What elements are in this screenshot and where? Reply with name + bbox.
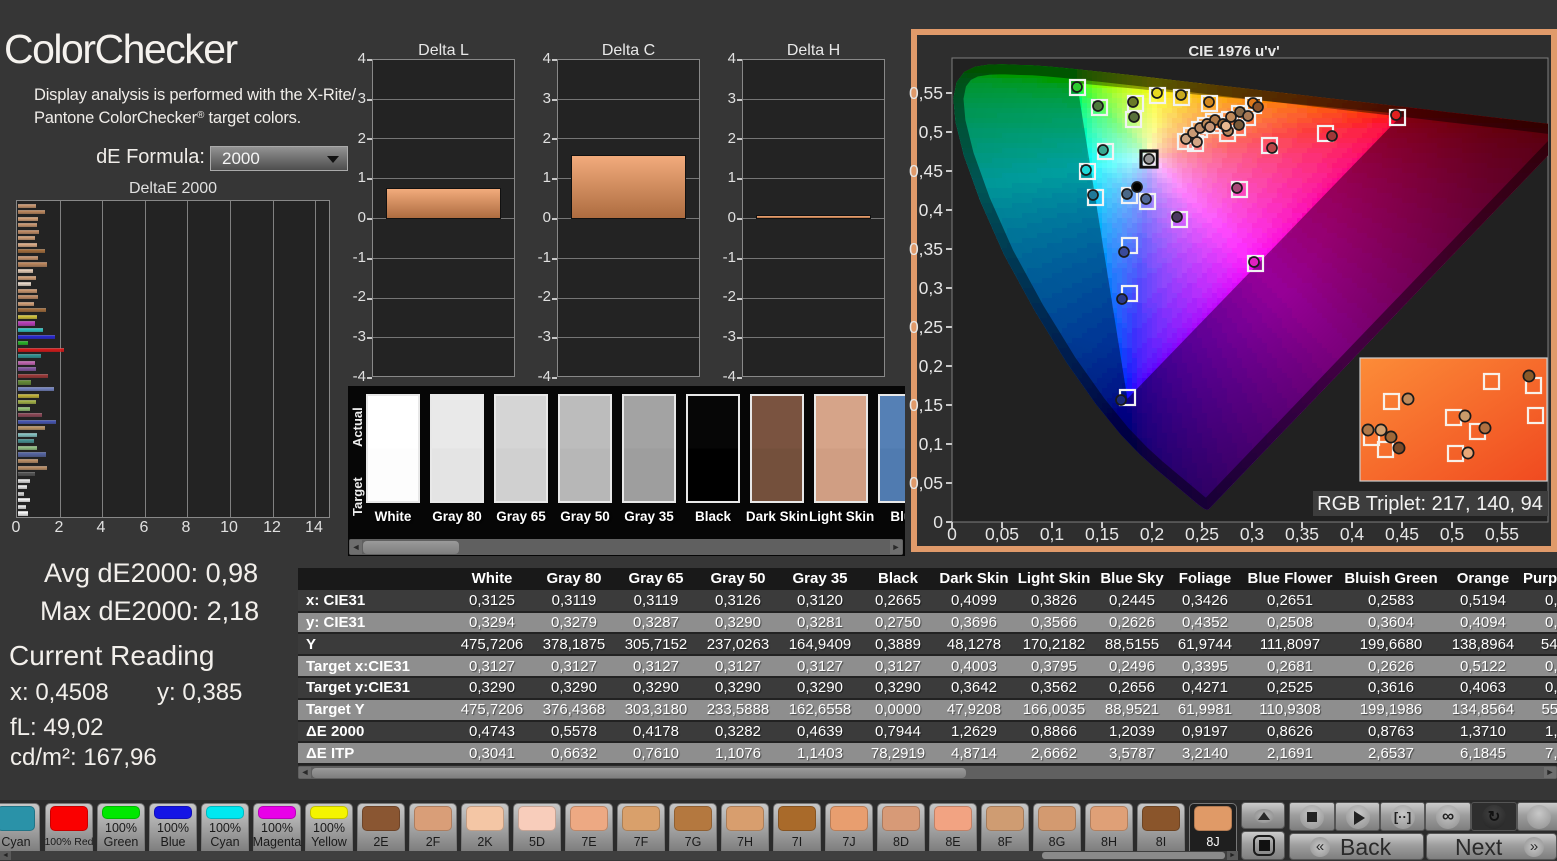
svg-text:0,25: 0,25 bbox=[1185, 524, 1219, 544]
svg-text:0: 0 bbox=[947, 524, 957, 544]
svg-text:0,4: 0,4 bbox=[919, 200, 944, 220]
svg-text:0,3: 0,3 bbox=[919, 278, 943, 298]
svg-text:0,5: 0,5 bbox=[919, 122, 943, 142]
svg-text:0,25: 0,25 bbox=[909, 317, 943, 337]
svg-text:0,3: 0,3 bbox=[1240, 524, 1264, 544]
svg-text:0,1: 0,1 bbox=[919, 434, 943, 454]
svg-text:0,2: 0,2 bbox=[1140, 524, 1164, 544]
svg-text:0,45: 0,45 bbox=[1385, 524, 1419, 544]
svg-text:0,4: 0,4 bbox=[1340, 524, 1365, 544]
svg-text:0,35: 0,35 bbox=[909, 239, 943, 259]
svg-text:RGB Triplet: 217, 140, 94: RGB Triplet: 217, 140, 94 bbox=[1317, 493, 1543, 515]
svg-text:0,05: 0,05 bbox=[985, 524, 1019, 544]
svg-text:0,15: 0,15 bbox=[909, 395, 943, 415]
svg-text:0,05: 0,05 bbox=[909, 473, 943, 493]
svg-text:0,55: 0,55 bbox=[909, 83, 943, 103]
svg-text:0: 0 bbox=[933, 512, 943, 532]
svg-text:0,35: 0,35 bbox=[1285, 524, 1319, 544]
svg-text:0,2: 0,2 bbox=[919, 356, 943, 376]
svg-text:0,15: 0,15 bbox=[1085, 524, 1119, 544]
svg-text:0,1: 0,1 bbox=[1040, 524, 1064, 544]
svg-text:0,55: 0,55 bbox=[1485, 524, 1519, 544]
svg-text:0,5: 0,5 bbox=[1440, 524, 1464, 544]
svg-text:0,45: 0,45 bbox=[909, 161, 943, 181]
